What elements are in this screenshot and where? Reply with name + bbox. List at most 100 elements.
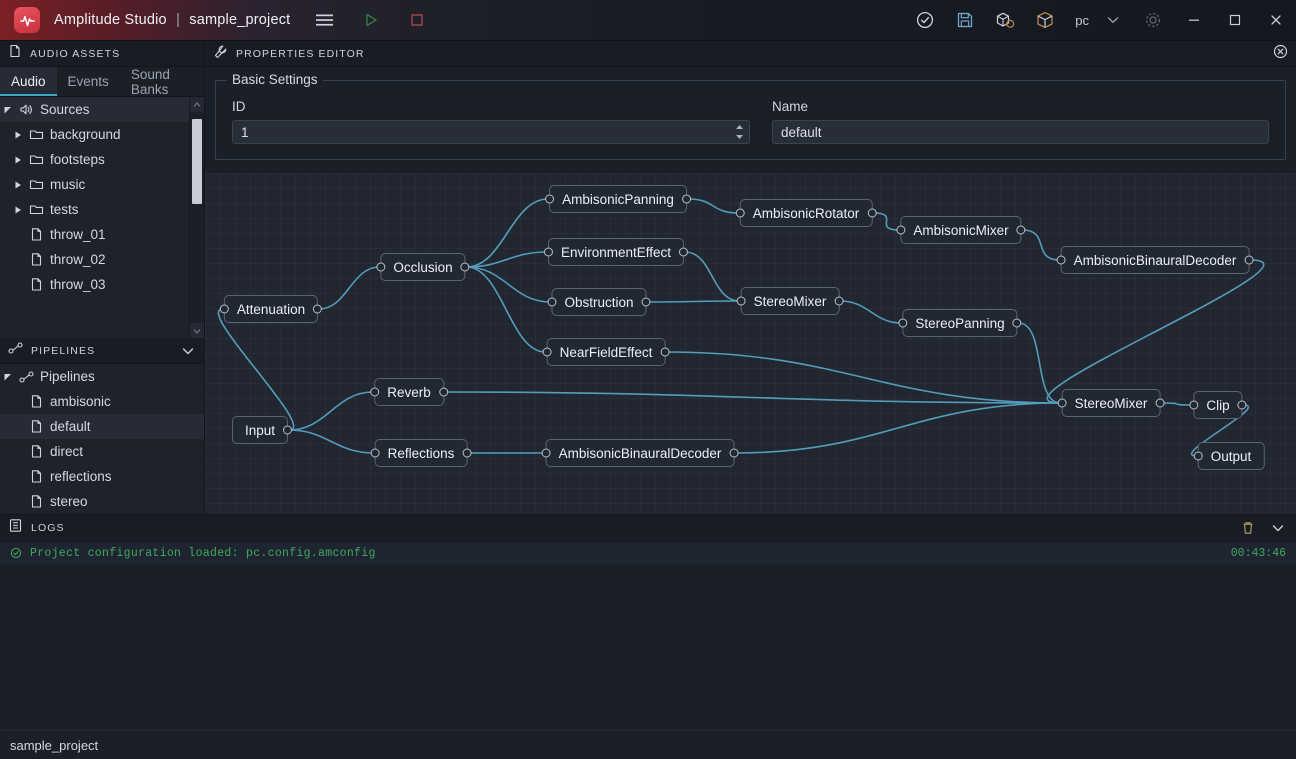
chevron-down-icon[interactable]	[1093, 0, 1133, 41]
audio-assets-scrollbar[interactable]	[189, 97, 204, 338]
graph-node[interactable]: AmbisonicPanning	[545, 185, 691, 213]
graph-edge[interactable]	[666, 351, 1061, 404]
cube-icon[interactable]	[1025, 0, 1065, 41]
id-spinner[interactable]	[732, 123, 747, 141]
pipeline-node-graph[interactable]: Input Attenuation Occlusion AmbisonicPannin…	[205, 172, 1296, 514]
scrollbar-thumb[interactable]	[192, 119, 202, 204]
node-output-port[interactable]	[438, 387, 448, 397]
node-output-port[interactable]	[681, 194, 691, 204]
node-input-port[interactable]	[1056, 255, 1066, 265]
graph-edge[interactable]	[687, 198, 739, 214]
graph-node[interactable]: Obstruction	[547, 288, 651, 316]
node-input-port[interactable]	[1057, 398, 1067, 408]
expanded-caret-icon[interactable]	[0, 105, 16, 115]
graph-edge[interactable]	[684, 251, 740, 302]
platform-selector[interactable]: pc	[1065, 13, 1093, 28]
close-icon[interactable]	[1255, 0, 1296, 41]
tree-item-background[interactable]: background	[0, 122, 204, 147]
check-circle-icon[interactable]	[905, 0, 945, 41]
collapsed-caret-icon[interactable]	[10, 180, 26, 190]
graph-edge[interactable]	[1018, 322, 1061, 404]
node-input-port[interactable]	[543, 247, 553, 257]
node-input-port[interactable]	[376, 262, 386, 272]
save-floppy-icon[interactable]	[945, 0, 985, 41]
graph-node[interactable]: EnvironmentEffect	[543, 238, 689, 266]
node-input-port[interactable]	[370, 387, 380, 397]
graph-node[interactable]: Occlusion	[376, 253, 470, 281]
tree-node-pipelines[interactable]: Pipelines	[0, 364, 204, 389]
hamburger-menu-icon[interactable]	[312, 7, 338, 33]
node-input-port[interactable]	[547, 297, 557, 307]
graph-edge[interactable]	[873, 212, 900, 231]
graph-edge[interactable]	[735, 402, 1061, 454]
maximize-icon[interactable]	[1214, 0, 1255, 41]
expanded-caret-icon[interactable]	[0, 372, 16, 382]
node-output-port[interactable]	[834, 296, 844, 306]
caret-down-icon[interactable]	[732, 133, 747, 141]
node-output-port[interactable]	[283, 425, 293, 435]
node-output-port[interactable]	[1012, 318, 1022, 328]
collapsed-caret-icon[interactable]	[10, 205, 26, 215]
node-input-port[interactable]	[898, 318, 908, 328]
graph-edge[interactable]	[840, 300, 902, 324]
pipeline-item-stereo[interactable]: stereo	[0, 489, 204, 514]
node-output-port[interactable]	[313, 304, 323, 314]
node-output-port[interactable]	[1016, 225, 1026, 235]
tab-events[interactable]: Events	[57, 67, 120, 96]
tree-item-throw-02[interactable]: throw_02	[0, 247, 204, 272]
node-input-port[interactable]	[896, 225, 906, 235]
graph-node[interactable]: StereoMixer	[1057, 389, 1165, 417]
logs-collapse-chevron-down-icon[interactable]	[1270, 520, 1286, 536]
graph-node[interactable]: AmbisonicMixer	[896, 216, 1026, 244]
graph-edge[interactable]	[466, 198, 549, 268]
trash-icon[interactable]	[1240, 520, 1256, 536]
graph-node[interactable]: AmbisonicBinauralDecoder	[541, 439, 739, 467]
graph-node[interactable]: Clip	[1189, 391, 1247, 419]
node-input-port[interactable]	[542, 347, 552, 357]
pipeline-item-default[interactable]: default	[0, 414, 204, 439]
node-output-port[interactable]	[867, 208, 877, 218]
graph-edge[interactable]	[1046, 259, 1265, 404]
tree-item-throw-01[interactable]: throw_01	[0, 222, 204, 247]
node-input-port[interactable]	[735, 208, 745, 218]
graph-node[interactable]: Attenuation	[219, 295, 323, 323]
id-input[interactable]	[232, 120, 750, 144]
graph-edge[interactable]	[288, 429, 374, 454]
tab-audio[interactable]: Audio	[0, 67, 57, 96]
collapsed-caret-icon[interactable]	[10, 130, 26, 140]
scroll-up-icon[interactable]	[190, 97, 204, 112]
play-icon[interactable]	[358, 7, 384, 33]
pipelines-collapse-chevron-down-icon[interactable]	[180, 343, 196, 359]
graph-node[interactable]: AmbisonicRotator	[735, 199, 877, 227]
node-input-port[interactable]	[545, 194, 555, 204]
node-input-port[interactable]	[736, 296, 746, 306]
node-input-port[interactable]	[1189, 400, 1199, 410]
pipeline-item-ambisonic[interactable]: ambisonic	[0, 389, 204, 414]
graph-node[interactable]: Input	[231, 416, 293, 444]
graph-edge[interactable]	[217, 308, 295, 431]
tree-item-music[interactable]: music	[0, 172, 204, 197]
graph-node[interactable]: Reflections	[370, 439, 472, 467]
node-input-port[interactable]	[219, 304, 229, 314]
graph-node[interactable]: Output	[1193, 442, 1265, 470]
tab-sound-banks[interactable]: Sound Banks	[120, 67, 204, 97]
build-package-icon[interactable]	[985, 0, 1025, 41]
node-output-port[interactable]	[729, 448, 739, 458]
tree-item-throw-03[interactable]: throw_03	[0, 272, 204, 297]
node-input-port[interactable]	[1193, 451, 1203, 461]
graph-node[interactable]: NearFieldEffect	[542, 338, 670, 366]
node-input-port[interactable]	[541, 448, 551, 458]
pipeline-item-reflections[interactable]: reflections	[0, 464, 204, 489]
gear-icon[interactable]	[1133, 0, 1173, 41]
graph-node[interactable]: StereoPanning	[898, 309, 1022, 337]
node-output-port[interactable]	[1155, 398, 1165, 408]
node-output-port[interactable]	[641, 297, 651, 307]
close-circle-icon[interactable]	[1273, 44, 1288, 64]
pipeline-item-direct[interactable]: direct	[0, 439, 204, 464]
node-output-port[interactable]	[1237, 400, 1247, 410]
scroll-down-icon[interactable]	[190, 323, 204, 338]
node-output-port[interactable]	[460, 262, 470, 272]
graph-edge[interactable]	[647, 300, 740, 303]
graph-edge[interactable]	[1161, 402, 1193, 406]
tree-item-footsteps[interactable]: footsteps	[0, 147, 204, 172]
